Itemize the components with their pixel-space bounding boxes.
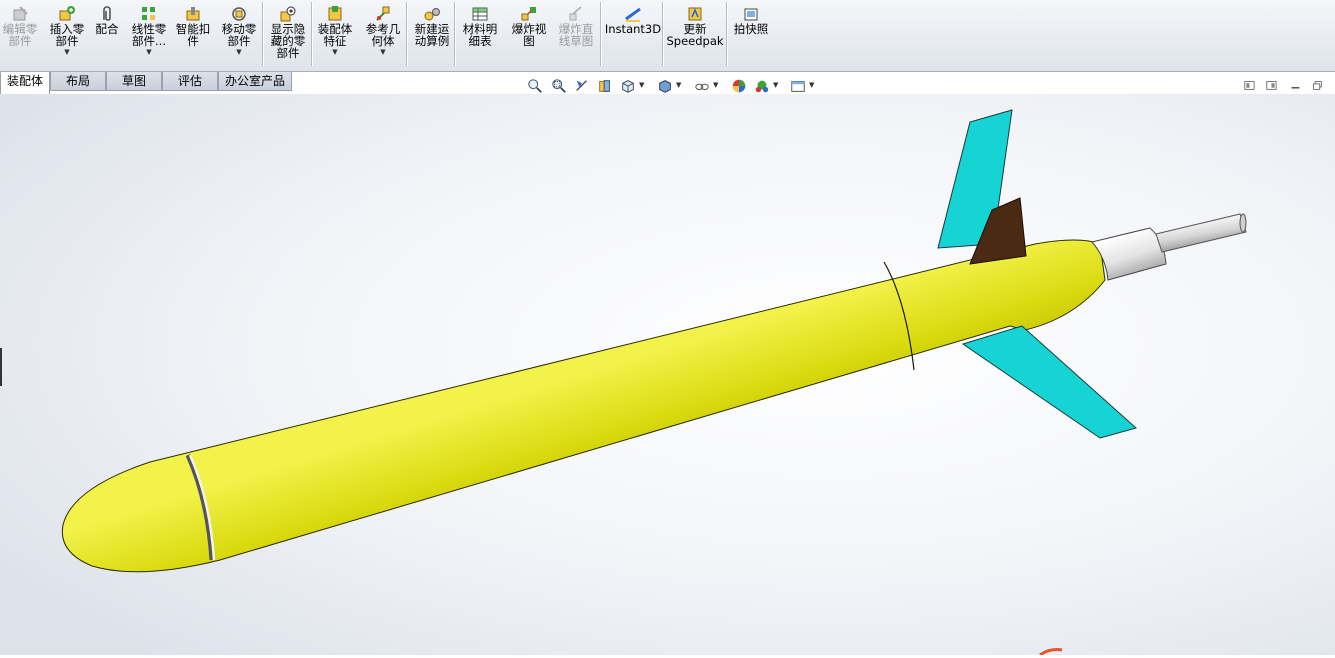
insert-components-label: 插入零 部件 bbox=[49, 22, 85, 48]
paperclip-mate-icon bbox=[98, 5, 116, 23]
update-speedpak-button[interactable]: 更新 Speedpak bbox=[666, 2, 724, 68]
edit-component-icon bbox=[11, 5, 29, 23]
new-motion-study-button[interactable]: 新建运 动算例 bbox=[410, 2, 454, 68]
tab-3[interactable]: 评估 bbox=[162, 72, 218, 91]
dropdown-arrow-icon[interactable]: ▼ bbox=[64, 48, 69, 56]
edit-component-button[interactable]: 编辑零 部件 bbox=[0, 2, 40, 68]
update-speedpak-label: 更新 Speedpak bbox=[666, 22, 724, 48]
feature-tree-collapse-handle[interactable] bbox=[0, 348, 2, 386]
instant3d-button[interactable]: Instant3D bbox=[604, 2, 662, 68]
show-hidden-button[interactable]: 显示隐 藏的零 部件 bbox=[266, 2, 310, 68]
assembly-3d-view[interactable] bbox=[0, 94, 1335, 657]
insert-components-button[interactable]: 插入零 部件 ▼ bbox=[46, 2, 88, 68]
move-component-label: 移动零 部件 bbox=[221, 22, 257, 48]
dropdown-arrow-icon[interactable]: ▼ bbox=[236, 48, 241, 56]
insert-component-icon bbox=[58, 5, 76, 23]
reference-geometry-icon bbox=[374, 5, 392, 23]
assembly-feature-icon bbox=[326, 5, 344, 23]
assembly-features-button[interactable]: 装配体 特征 ▼ bbox=[315, 2, 355, 68]
reference-geometry-button[interactable]: 参考几 何体 ▼ bbox=[362, 2, 404, 68]
dropdown-arrow-icon[interactable]: ▼ bbox=[146, 48, 151, 56]
command-manager-toolbar: 编辑零 部件 插入零 部件 ▼ 配合 线性零 部件... ▼ 智能扣 件移动零 部件 ▼ 显示隐… bbox=[0, 0, 1335, 72]
chevron-down-icon[interactable]: ▼ bbox=[676, 81, 681, 89]
antenna-rod-end bbox=[1239, 213, 1247, 233]
assembly-features-label: 装配体 特征 bbox=[317, 22, 353, 48]
chevron-down-icon[interactable]: ▼ bbox=[809, 81, 814, 89]
reference-geometry-label: 参考几 何体 bbox=[365, 22, 401, 48]
move-component-icon bbox=[230, 5, 248, 23]
instant3d-icon bbox=[624, 5, 642, 23]
exploded-view-label: 爆炸视 图 bbox=[511, 22, 547, 48]
move-component-button[interactable]: 移动零 部件 ▼ bbox=[219, 2, 259, 68]
edit-component-label: 编辑零 部件 bbox=[2, 22, 38, 48]
toolbar-separator bbox=[262, 2, 263, 66]
take-snapshot-button[interactable]: 拍快照 bbox=[731, 2, 771, 68]
tab-4[interactable]: 办公室产品 bbox=[218, 72, 292, 91]
explode-line-sketch-label: 爆炸直 线草图 bbox=[558, 22, 594, 48]
toolbar-separator bbox=[662, 2, 663, 66]
exploded-view-button[interactable]: 爆炸视 图 bbox=[508, 2, 550, 68]
motion-study-icon bbox=[423, 5, 441, 23]
speedpak-icon bbox=[686, 5, 704, 23]
toolbar-separator bbox=[726, 2, 727, 66]
chevron-down-icon[interactable]: ▼ bbox=[639, 81, 644, 89]
mate-label: 配合 bbox=[95, 22, 119, 36]
tab-1[interactable]: 布局 bbox=[50, 72, 106, 91]
restore-icon[interactable] bbox=[1312, 80, 1326, 94]
tile-left-icon[interactable] bbox=[1244, 80, 1258, 94]
dropdown-arrow-icon[interactable]: ▼ bbox=[380, 48, 385, 56]
bill-of-materials-label: 材料明 细表 bbox=[462, 22, 498, 48]
chevron-down-icon[interactable]: ▼ bbox=[773, 81, 778, 89]
snapshot-icon bbox=[742, 5, 760, 23]
smart-fasteners-label: 智能扣 件 bbox=[175, 22, 211, 48]
take-snapshot-label: 拍快照 bbox=[733, 22, 769, 36]
tile-right-icon[interactable] bbox=[1266, 80, 1280, 94]
graphics-area[interactable] bbox=[0, 94, 1335, 657]
toolbar-separator bbox=[311, 2, 312, 66]
linear-pattern-icon bbox=[140, 5, 158, 23]
tab-2[interactable]: 草图 bbox=[106, 72, 162, 91]
exploded-view-icon bbox=[520, 5, 538, 23]
bom-table-icon bbox=[471, 5, 489, 23]
linear-pattern-label: 线性零 部件... bbox=[131, 22, 167, 48]
new-motion-study-label: 新建运 动算例 bbox=[414, 22, 450, 48]
smart-fasteners-button[interactable]: 智能扣 件 bbox=[173, 2, 213, 68]
tab-0[interactable]: 装配体 bbox=[0, 72, 50, 94]
show-hidden-components-icon bbox=[279, 5, 297, 23]
chevron-down-icon[interactable]: ▼ bbox=[713, 81, 718, 89]
minimize-icon[interactable] bbox=[1290, 80, 1304, 94]
linear-pattern-button[interactable]: 线性零 部件... ▼ bbox=[127, 2, 171, 68]
toolbar-separator bbox=[454, 2, 455, 66]
dropdown-arrow-icon[interactable]: ▼ bbox=[332, 48, 337, 56]
toolbar-separator bbox=[406, 2, 407, 66]
smart-fastener-icon bbox=[184, 5, 202, 23]
toolbar-separator bbox=[600, 2, 601, 66]
mate-button[interactable]: 配合 bbox=[90, 2, 124, 68]
instant3d-label: Instant3D bbox=[604, 22, 662, 36]
bill-of-materials-button[interactable]: 材料明 细表 bbox=[460, 2, 500, 68]
show-hidden-label: 显示隐 藏的零 部件 bbox=[270, 22, 306, 60]
explode-line-sketch-button[interactable]: 爆炸直 线草图 bbox=[555, 2, 597, 68]
explode-line-sketch-icon bbox=[567, 5, 585, 23]
